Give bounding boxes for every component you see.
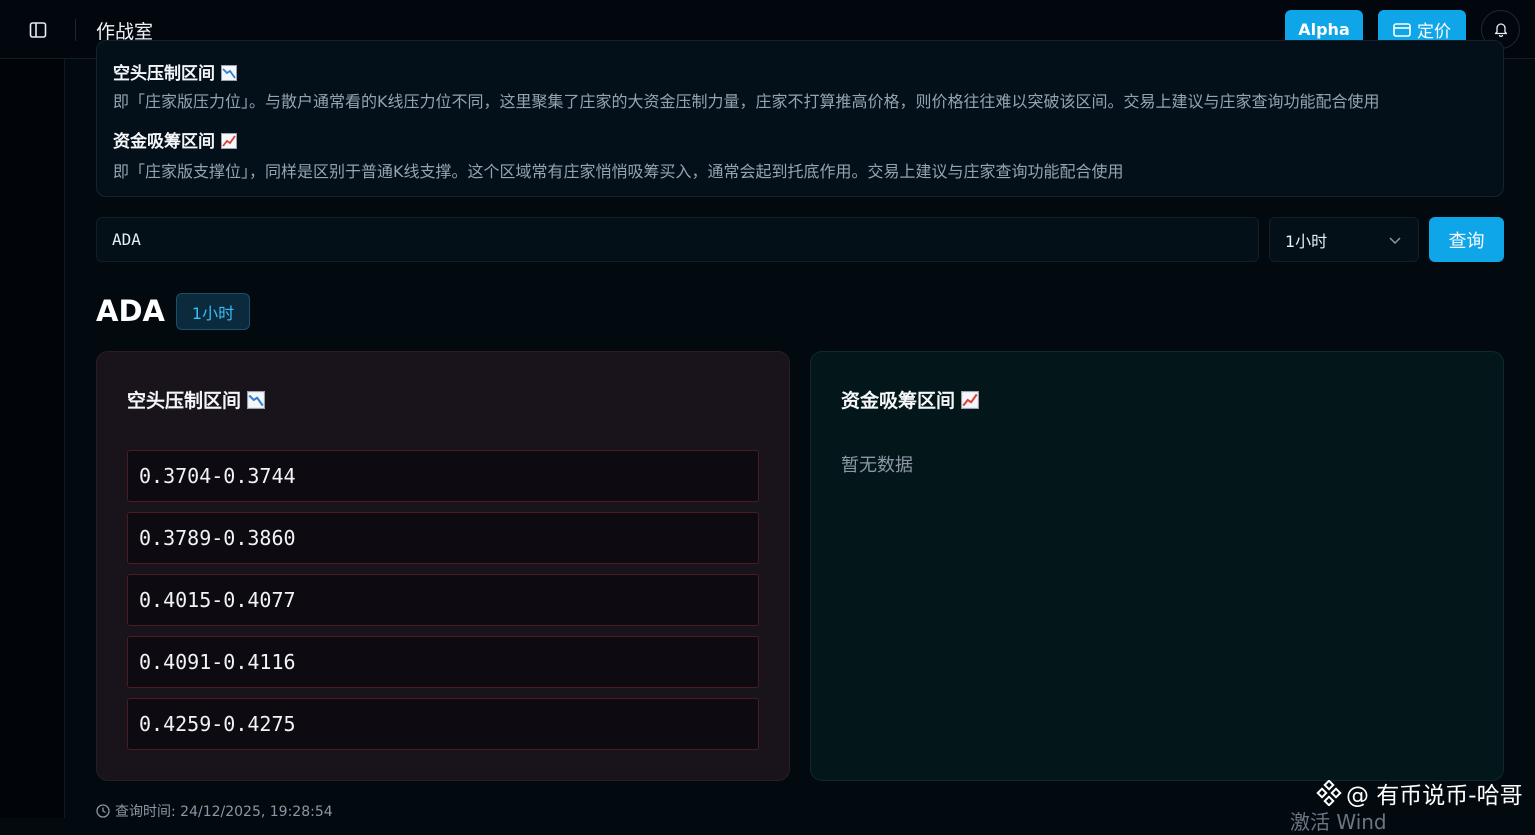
chart-decreasing-icon	[247, 391, 266, 409]
info-bear-description: 即「庄家版压力位」。与散户通常看的K线压力位不同，这里聚集了庄家的大资金压制力量…	[113, 92, 1380, 111]
timeframe-badge: 1小时	[176, 293, 250, 330]
query-timestamp: 查询时间: 24/12/2025, 19:28:54	[96, 801, 333, 821]
sidebar-toggle-button[interactable]	[24, 16, 52, 44]
sidebar-panel-icon	[29, 22, 47, 38]
watermark-text: @ 有币说币-哈哥	[1346, 783, 1523, 809]
bear-zone-item: 0.3789-0.3860	[127, 512, 759, 564]
info-bull-title: 资金吸筹区间	[113, 132, 215, 152]
result-symbol: ADA	[96, 294, 165, 328]
bear-zone-item: 0.4015-0.4077	[127, 574, 759, 626]
header-divider	[75, 19, 76, 41]
info-bear-heading: 空头压制区间	[113, 59, 237, 84]
bull-panel-heading: 资金吸筹区间	[841, 386, 980, 413]
info-bear-title: 空头压制区间	[113, 64, 215, 84]
bear-zone-item: 0.4259-0.4275	[127, 698, 759, 750]
bear-zone-panel: 空头压制区间 0.3704-0.3744 0.3789-0.3860 0.401…	[96, 351, 790, 781]
sidebar-collapsed	[0, 59, 65, 818]
symbol-search-input[interactable]	[96, 217, 1259, 262]
chart-increasing-icon	[961, 391, 980, 409]
info-bull-description: 即「庄家版支撑位」，同样是区别于普通K线支撑。这个区域常有庄家悄悄吸筹买入，通常…	[113, 162, 1124, 181]
bull-zone-panel: 资金吸筹区间 暂无数据	[810, 351, 1504, 781]
timeframe-select[interactable]: 1小时	[1269, 217, 1419, 262]
bull-empty-message: 暂无数据	[841, 455, 913, 476]
credit-card-icon	[1393, 22, 1411, 37]
chart-increasing-icon	[221, 133, 237, 149]
binance-logo-icon	[1316, 780, 1342, 806]
query-time-text: 查询时间: 24/12/2025, 19:28:54	[115, 804, 333, 820]
bell-icon	[1494, 23, 1507, 37]
query-button[interactable]: 查询	[1429, 217, 1504, 262]
bull-panel-title: 资金吸筹区间	[841, 390, 956, 412]
windows-activation-text: 激活 Wind	[1290, 810, 1387, 834]
timeframe-select-value: 1小时	[1285, 231, 1328, 251]
info-bull-heading: 资金吸筹区间	[113, 127, 237, 152]
watermark: @ 有币说币-哈哥	[1316, 776, 1523, 810]
bear-zone-item: 0.4091-0.4116	[127, 636, 759, 688]
clock-icon	[96, 804, 110, 818]
chart-decreasing-icon	[221, 65, 237, 81]
info-card: 空头压制区间 即「庄家版压力位」。与散户通常看的K线压力位不同，这里聚集了庄家的…	[96, 40, 1504, 197]
bear-panel-title: 空头压制区间	[127, 390, 242, 412]
pricing-label: 定价	[1417, 22, 1451, 42]
bear-panel-heading: 空头压制区间	[127, 386, 266, 413]
bear-zone-item: 0.3704-0.3744	[127, 450, 759, 502]
chevron-down-icon	[1389, 237, 1401, 245]
